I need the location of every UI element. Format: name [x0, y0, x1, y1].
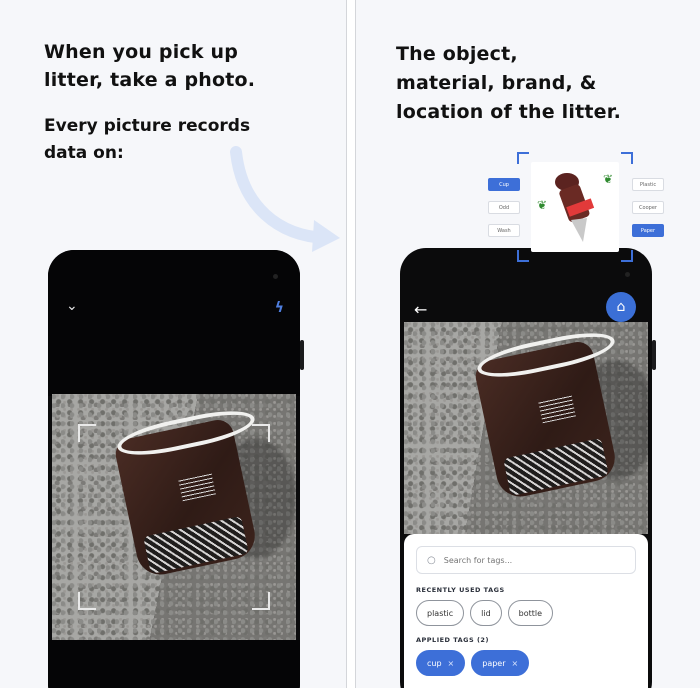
- curved-arrow-icon: [230, 146, 340, 252]
- left-subheadline: Every picture records data on:: [44, 113, 250, 167]
- applied-tag-chip[interactable]: paper ×: [471, 650, 530, 676]
- tag-sheet: ○ RECENTLY USED TAGS plastic lid bottle …: [404, 534, 648, 688]
- right-headline: The object, material, brand, & location …: [396, 40, 621, 127]
- preview-tag: Wash: [488, 224, 520, 237]
- leaf-icon: ❦: [603, 172, 614, 186]
- front-camera-dot: [273, 274, 278, 279]
- recent-tag-chip[interactable]: plastic: [416, 600, 465, 626]
- right-panel: The object, material, brand, & location …: [355, 0, 700, 688]
- litter-photo: [404, 322, 648, 534]
- chevron-down-icon[interactable]: ⌄: [66, 298, 78, 314]
- recent-tag-chip[interactable]: bottle: [507, 600, 554, 626]
- phone-side-button: [652, 340, 656, 370]
- recently-used-label: RECENTLY USED TAGS: [416, 586, 505, 594]
- phone-side-button: [300, 340, 304, 370]
- tagging-phone: ← ⌂ ○ RECENTLY USED TAGS plastic lid bot…: [400, 248, 652, 688]
- right-headline-line-1: The object,: [396, 43, 518, 65]
- camera-top-bar: ⌄ ϟ: [48, 250, 300, 396]
- camera-viewfinder[interactable]: [52, 394, 296, 640]
- preview-tag: Paper: [632, 224, 664, 237]
- left-panel: When you pick up litter, take a photo. E…: [0, 0, 347, 688]
- litter-cup-image: [112, 403, 296, 579]
- tag-icon[interactable]: ⌂: [606, 292, 636, 322]
- focus-corner-top-right: [252, 424, 270, 442]
- recent-tag-chip[interactable]: lid: [470, 600, 502, 626]
- camera-phone: ⌄ ϟ: [48, 250, 300, 688]
- back-arrow-icon[interactable]: ←: [414, 300, 427, 319]
- flash-icon[interactable]: ϟ: [275, 300, 284, 316]
- preview-tag: Plastic: [632, 178, 664, 191]
- applied-tag-chip[interactable]: cup ×: [416, 650, 466, 676]
- left-headline-line-2: litter, take a photo.: [44, 69, 256, 91]
- search-icon: ○: [427, 554, 436, 566]
- applied-tag-label: paper: [482, 658, 506, 668]
- focus-corner-top-left: [78, 424, 96, 442]
- left-headline: When you pick up litter, take a photo.: [44, 38, 255, 94]
- focus-corner-bottom-right: [252, 592, 270, 610]
- tag-search-input[interactable]: [443, 555, 624, 565]
- remove-tag-icon[interactable]: ×: [512, 659, 519, 668]
- front-camera-dot: [625, 272, 630, 277]
- camera-bottom-bar: [48, 640, 300, 688]
- object-preview-card: ❦ ❦: [531, 162, 619, 252]
- right-headline-line-2: material, brand, &: [396, 72, 597, 94]
- right-headline-line-3: location of the litter.: [396, 101, 622, 123]
- leaf-icon: ❦: [537, 198, 548, 212]
- recent-tags: plastic lid bottle: [416, 600, 636, 626]
- preview-tag: Cup: [488, 178, 520, 191]
- focus-corner-bottom-left: [78, 592, 96, 610]
- left-sub-line-2: data on:: [44, 143, 124, 163]
- remove-tag-icon[interactable]: ×: [448, 659, 455, 668]
- preview-tag: Cooper: [632, 201, 664, 214]
- litter-cup-image: [472, 325, 648, 501]
- applied-tag-label: cup: [427, 658, 442, 668]
- tag-search-box[interactable]: ○: [416, 546, 636, 574]
- applied-tags-label: APPLIED TAGS (2): [416, 636, 489, 644]
- preview-tag: Odd: [488, 201, 520, 214]
- applied-tags: cup × paper ×: [416, 650, 636, 676]
- left-headline-line-1: When you pick up: [44, 41, 239, 63]
- left-sub-line-1: Every picture records: [44, 116, 251, 136]
